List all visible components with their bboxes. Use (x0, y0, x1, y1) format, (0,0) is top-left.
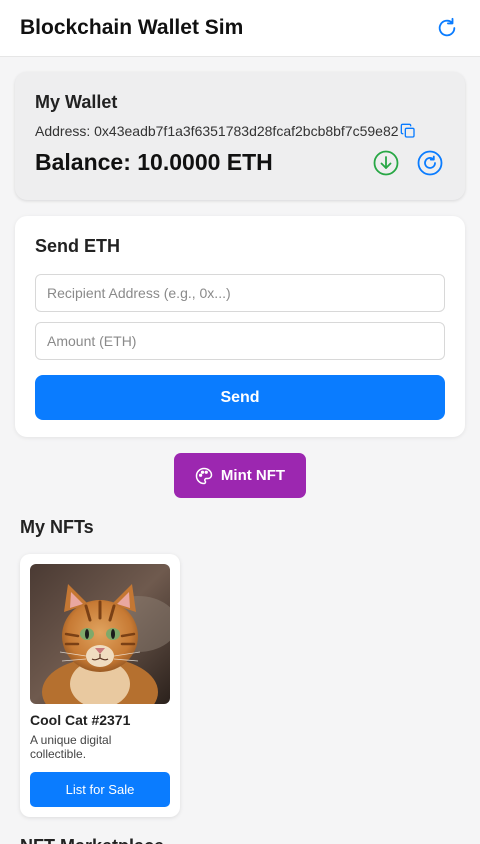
nft-name: Cool Cat #2371 (30, 712, 131, 728)
my-nfts-title: My NFTs (20, 517, 94, 537)
wallet-balance: Balance: 10.0000 ETH (35, 149, 273, 175)
app-header: Blockchain Wallet Sim (0, 0, 480, 57)
mint-nft-button[interactable]: Mint NFT (174, 453, 306, 498)
nft-description: A unique digital collectible. (30, 733, 112, 761)
app-title: Blockchain Wallet Sim (20, 16, 244, 39)
balance-actions (373, 150, 443, 176)
palette-icon (195, 467, 213, 485)
wallet-title: My Wallet (35, 92, 118, 112)
receive-icon[interactable] (373, 150, 399, 176)
send-button[interactable]: Send (35, 375, 445, 420)
nft-card: Cool Cat #2371 A unique digital collecti… (20, 554, 180, 817)
copy-icon[interactable] (400, 123, 416, 139)
wallet-address-row: Address: 0x43eadb7f1a3f6351783d28fcaf2bc… (35, 123, 445, 139)
amount-input[interactable] (35, 322, 445, 360)
recipient-address-input[interactable] (35, 274, 445, 312)
nft-cat-image (30, 564, 170, 704)
balance-row: Balance: 10.0000 ETH (35, 149, 445, 176)
send-card: Send ETH Send (15, 216, 465, 437)
refresh-balance-icon[interactable] (417, 150, 443, 176)
marketplace-title: NFT Marketplace (20, 836, 164, 844)
wallet-address: Address: 0x43eadb7f1a3f6351783d28fcaf2bc… (35, 123, 399, 139)
refresh-icon[interactable] (434, 15, 460, 41)
mint-nft-label: Mint NFT (220, 467, 286, 484)
send-title: Send ETH (35, 236, 121, 256)
list-for-sale-button[interactable]: List for Sale (30, 772, 170, 807)
wallet-card: My Wallet Address: 0x43eadb7f1a3f6351783… (15, 72, 465, 200)
